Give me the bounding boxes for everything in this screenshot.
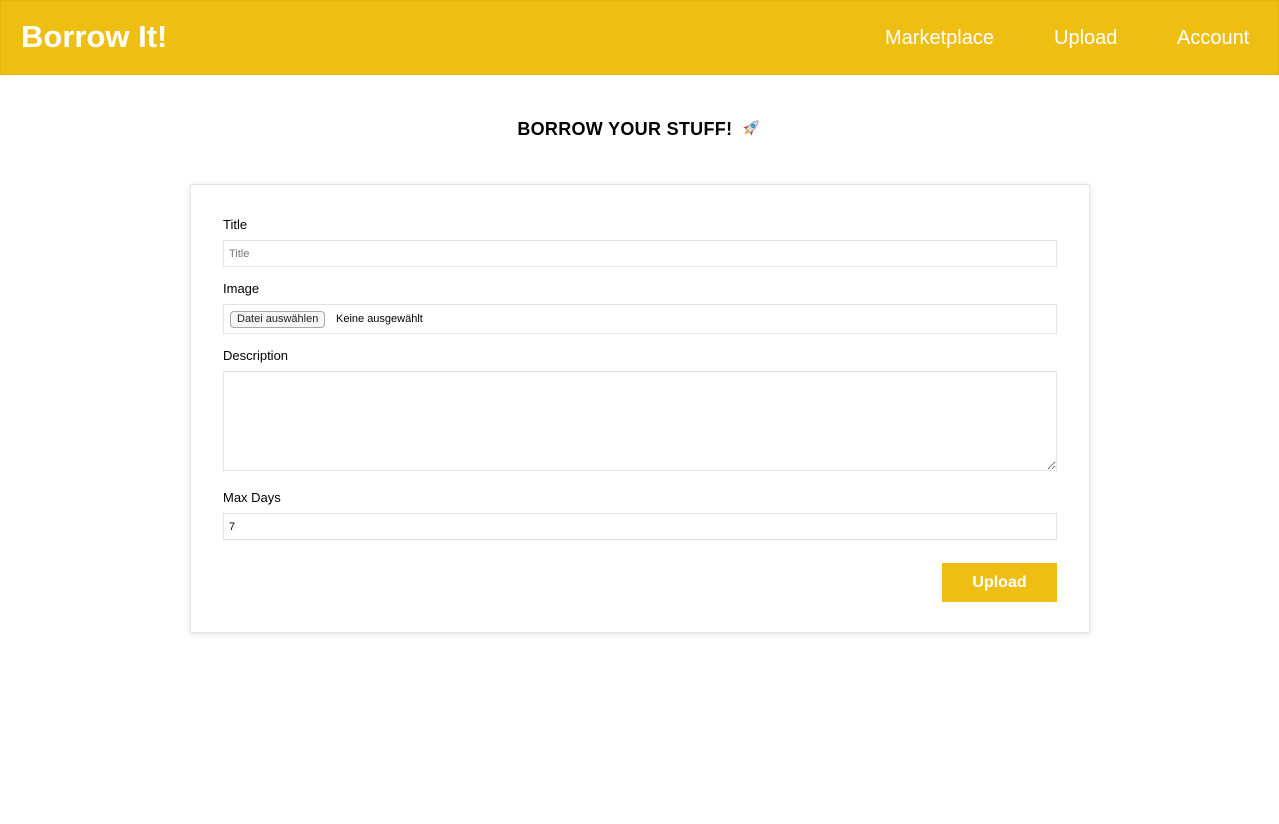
file-status-text: Keine ausgewählt (336, 313, 423, 325)
nav-upload-link[interactable]: Upload (1054, 26, 1117, 50)
image-file-input[interactable]: Datei auswählen Keine ausgewählt (223, 304, 1057, 334)
title-label: Title (223, 217, 248, 232)
image-label: Image (223, 281, 260, 296)
max-days-label: Max Days (223, 490, 281, 505)
upload-button[interactable]: Upload (942, 563, 1057, 602)
top-navbar: Borrow It! Marketplace Upload Account (0, 0, 1279, 75)
max-days-input[interactable] (223, 513, 1057, 540)
nav-account-link[interactable]: Account (1177, 26, 1249, 50)
description-label: Description (223, 348, 289, 363)
description-textarea[interactable] (223, 371, 1057, 471)
choose-file-button[interactable]: Datei auswählen (230, 311, 326, 328)
page-title-container: BORROW YOUR STUFF! (0, 117, 1279, 141)
page-title: BORROW YOUR STUFF! (517, 119, 733, 139)
title-input[interactable] (223, 240, 1057, 267)
rocket-icon (740, 117, 762, 139)
nav-marketplace-link[interactable]: Marketplace (885, 26, 994, 50)
brand-logo[interactable]: Borrow It! (21, 19, 167, 55)
upload-form-card: Title Image Datei auswählen Keine ausgew… (190, 184, 1090, 633)
